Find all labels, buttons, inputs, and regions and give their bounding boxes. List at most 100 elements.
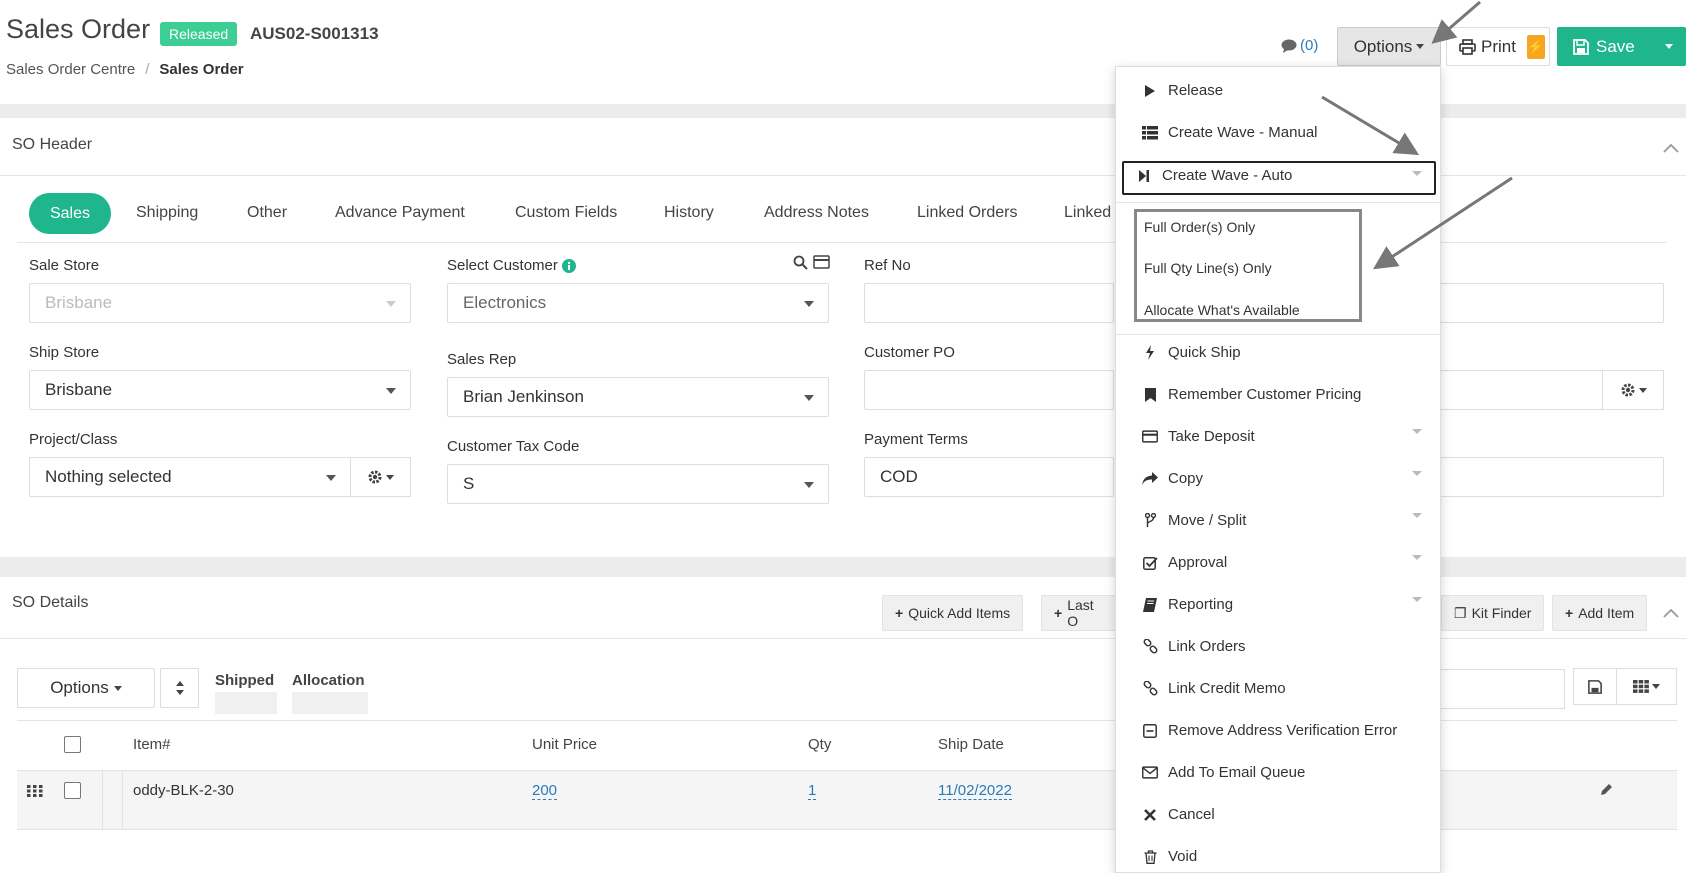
search-icon[interactable] — [793, 255, 808, 270]
print-button[interactable]: Print ⚡ — [1446, 27, 1550, 66]
menu-item-label: Link Credit Memo — [1168, 680, 1286, 697]
menu-item-link-orders[interactable]: Link Orders — [1142, 638, 1246, 655]
save-button[interactable]: Save — [1557, 27, 1686, 66]
save-layout-button[interactable] — [1573, 668, 1617, 705]
comment-icon — [1281, 39, 1297, 53]
ref-no-input[interactable] — [864, 283, 1114, 323]
step-forward-icon — [1136, 169, 1152, 183]
menu-item-label: Create Wave - Auto — [1162, 167, 1293, 184]
payment-terms-select[interactable]: COD — [864, 457, 1114, 497]
menu-item-label: Copy — [1168, 470, 1204, 487]
customer-tools — [793, 255, 830, 270]
menu-item-label: Approval — [1168, 554, 1228, 571]
menu-item-void[interactable]: Void — [1142, 848, 1197, 865]
qty-cell[interactable]: 1 — [808, 782, 817, 800]
drag-handle-icon[interactable] — [27, 784, 43, 801]
menu-divider — [1116, 334, 1442, 335]
sort-button[interactable] — [160, 668, 199, 708]
right-field-1[interactable] — [1440, 283, 1664, 323]
options-dropdown-menu: Release Create Wave - Manual Create Wave… — [1115, 66, 1442, 873]
chevron-down-icon — [1412, 597, 1422, 602]
ship-store-select[interactable]: Brisbane — [29, 370, 411, 410]
column-header-ship-date[interactable]: Ship Date — [938, 736, 1004, 753]
tab-address-notes[interactable]: Address Notes — [764, 204, 869, 222]
chevron-down-icon — [1665, 44, 1673, 49]
menu-item-label: Cancel — [1168, 806, 1215, 823]
customer-po-input[interactable] — [864, 370, 1114, 410]
menu-item-take-deposit[interactable]: Take Deposit — [1142, 428, 1255, 445]
menu-item-remember-customer-pricing[interactable]: Remember Customer Pricing — [1142, 386, 1361, 403]
menu-item-quick-ship[interactable]: Quick Ship — [1142, 344, 1241, 361]
right-field-2[interactable] — [1440, 370, 1603, 410]
plus-icon: + — [895, 605, 904, 621]
tab-linked-orders[interactable]: Linked Orders — [917, 204, 1018, 222]
customer-tax-code-label: Customer Tax Code — [447, 438, 580, 455]
options-label: Options — [1353, 36, 1413, 56]
floppy-icon — [1588, 679, 1602, 694]
menu-item-create-wave-auto[interactable]: Create Wave - Auto — [1136, 167, 1292, 184]
tab-custom-fields[interactable]: Custom Fields — [515, 204, 617, 222]
collapse-up-icon[interactable] — [1663, 605, 1679, 622]
details-options-button[interactable]: Options — [17, 668, 155, 708]
select-all-checkbox[interactable] — [64, 736, 81, 753]
details-search-input[interactable] — [1440, 669, 1565, 709]
card-icon[interactable] — [813, 255, 830, 269]
customer-tax-code-select[interactable]: S — [447, 464, 829, 504]
add-item-button[interactable]: + Add Item — [1552, 595, 1648, 631]
quick-add-items-button[interactable]: + Quick Add Items — [882, 595, 1024, 631]
menu-item-label: Take Deposit — [1168, 428, 1255, 445]
tab-other[interactable]: Other — [247, 204, 287, 222]
tab-history[interactable]: History — [664, 204, 714, 222]
project-class-select[interactable]: Nothing selected — [29, 457, 351, 497]
options-button[interactable]: Options — [1337, 27, 1441, 66]
row-checkbox[interactable] — [64, 782, 81, 799]
menu-item-create-wave-manual[interactable]: Create Wave - Manual — [1142, 124, 1318, 141]
right-field-3[interactable] — [1440, 457, 1664, 497]
unit-price-cell[interactable]: 200 — [532, 782, 558, 800]
select-customer-select[interactable]: Electronics — [447, 283, 829, 323]
submenu-full-orders-only[interactable]: Full Order(s) Only — [1144, 219, 1255, 235]
divider — [102, 770, 103, 830]
menu-item-add-to-email-queue[interactable]: Add To Email Queue — [1142, 764, 1305, 781]
menu-item-cancel[interactable]: Cancel — [1142, 806, 1215, 823]
menu-item-copy[interactable]: Copy — [1142, 470, 1203, 487]
submenu-allocate-whats-available[interactable]: Allocate What's Available — [1144, 302, 1300, 318]
so-header-title: SO Header — [12, 136, 93, 153]
tab-sales[interactable]: Sales — [29, 193, 111, 234]
shipped-filter[interactable] — [215, 692, 277, 714]
menu-item-remove-address-verification-error[interactable]: Remove Address Verification Error — [1142, 722, 1397, 739]
menu-item-link-credit-memo[interactable]: Link Credit Memo — [1142, 680, 1286, 697]
sales-rep-select[interactable]: Brian Jenkinson — [447, 377, 829, 417]
pencil-icon[interactable] — [1599, 783, 1613, 801]
ship-date-cell[interactable]: 11/02/2022 — [938, 782, 1012, 800]
info-icon[interactable] — [561, 258, 576, 273]
tab-linked[interactable]: Linked — [1064, 204, 1111, 222]
allocation-filter[interactable] — [292, 692, 368, 714]
comments-button[interactable]: (0) — [1281, 37, 1318, 54]
columns-button[interactable] — [1616, 668, 1677, 705]
column-header-unit-price[interactable]: Unit Price — [532, 736, 597, 753]
kit-finder-button[interactable]: ❐ Kit Finder — [1441, 595, 1545, 631]
check-square-icon — [1142, 556, 1158, 570]
bookmark-icon — [1142, 387, 1158, 402]
breadcrumb-parent[interactable]: Sales Order Centre — [6, 61, 135, 78]
collapse-up-icon[interactable] — [1663, 140, 1679, 157]
tab-shipping[interactable]: Shipping — [136, 204, 198, 222]
menu-item-release[interactable]: Release — [1142, 82, 1223, 99]
page-title: Sales Order — [6, 14, 151, 44]
tab-advance-payment[interactable]: Advance Payment — [335, 204, 465, 222]
save-dropdown-toggle[interactable] — [1652, 27, 1686, 66]
menu-item-reporting[interactable]: Reporting — [1142, 596, 1233, 613]
column-header-qty[interactable]: Qty — [808, 736, 831, 753]
project-gear-button[interactable] — [350, 457, 411, 497]
menu-item-move-split[interactable]: Move / Split — [1142, 512, 1246, 529]
gear-dropdown-button[interactable] — [1602, 370, 1664, 410]
trash-icon — [1142, 849, 1158, 864]
menu-item-approval[interactable]: Approval — [1142, 554, 1227, 571]
last-order-button[interactable]: + Last O — [1041, 595, 1117, 631]
bolt-icon[interactable]: ⚡ — [1526, 34, 1545, 59]
chevron-down-icon — [1412, 171, 1422, 176]
column-header-item[interactable]: Item# — [133, 736, 171, 753]
submenu-full-qty-lines-only[interactable]: Full Qty Line(s) Only — [1144, 260, 1272, 276]
details-options-label: Options — [50, 678, 109, 697]
